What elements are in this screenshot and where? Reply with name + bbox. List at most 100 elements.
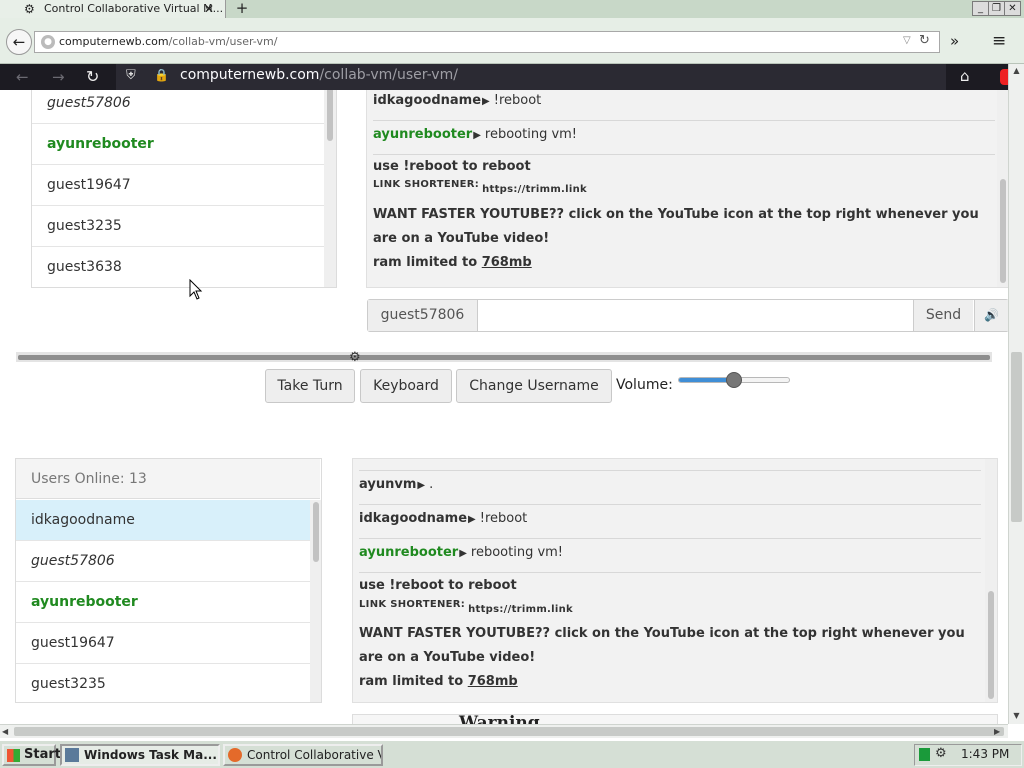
- vm-user-row[interactable]: guest3638: [32, 247, 324, 287]
- taskbar: Start Windows Task Ma... Control Collabo…: [0, 740, 1024, 768]
- horizontal-scrollbar[interactable]: ◀ ▶: [0, 724, 1008, 738]
- page-scrollbar[interactable]: ▲ ▼: [1008, 64, 1024, 724]
- vm-chat-message: ayunrebooter▶ rebooting vm!: [373, 127, 995, 155]
- site-favicon-icon: ⚙: [24, 2, 35, 16]
- taskbar-task-manager[interactable]: Windows Task Ma...: [60, 744, 220, 766]
- tray-app-icon[interactable]: [919, 748, 930, 761]
- outer-address-bar[interactable]: ● computernewb.com/collab-vm/user-vm/ ▽ …: [34, 31, 940, 53]
- vm-speaker-icon[interactable]: 🔊: [974, 300, 1008, 331]
- mouse-pointer-icon: [189, 279, 203, 300]
- chat-ram-line: ram limited to 768mb: [359, 674, 518, 689]
- chat-youtube-line: WANT FASTER YOUTUBE?? click on the YouTu…: [359, 626, 965, 641]
- chat-message-partial: [359, 459, 981, 471]
- taskbar-task-label: Windows Task Ma...: [84, 748, 217, 762]
- user-row[interactable]: guest3235: [16, 664, 310, 702]
- chat-box: ayunvm▶. idkagoodname▶ !reboot ayunreboot…: [352, 458, 998, 703]
- vm-chat-scroll-thumb[interactable]: [1000, 179, 1006, 283]
- scroll-right-arrow-icon[interactable]: ▶: [994, 725, 1000, 738]
- vm-chat-message: idkagoodname▶ !reboot: [373, 93, 995, 121]
- system-tray: ⚙ 1:43 PM: [914, 744, 1022, 766]
- vm-chat-youtube-line: are on a YouTube video!: [373, 231, 550, 246]
- chat-message: ayunvm▶.: [359, 477, 981, 505]
- chat-link-line: LINK SHORTENER: https://trimm.link: [359, 599, 573, 615]
- user-row[interactable]: guest57806: [16, 541, 310, 582]
- hamburger-menu-icon[interactable]: ≡: [992, 31, 1006, 51]
- close-window-icon[interactable]: ✕: [1004, 1, 1021, 16]
- inner-browser-toolbar: ← → ↻ ⛨ 🔒 computernewb.com/collab-vm/use…: [0, 64, 1024, 90]
- reload-icon[interactable]: ↻: [919, 33, 930, 48]
- warning-panel: Warning: [352, 713, 998, 724]
- restore-window-icon[interactable]: ❐: [988, 1, 1005, 16]
- vm-chat-ram-line: ram limited to 768mb: [373, 255, 532, 270]
- vm-chat-username: guest57806: [368, 300, 478, 331]
- vm-user-row[interactable]: guest3235: [32, 206, 324, 247]
- vm-user-list-scrollbar[interactable]: [324, 90, 336, 287]
- chat-scroll-thumb[interactable]: [988, 591, 994, 699]
- scroll-left-arrow-icon[interactable]: ◀: [2, 725, 8, 738]
- vm-user-list-scroll-thumb[interactable]: [327, 90, 333, 141]
- task-manager-icon: [65, 748, 79, 762]
- home-icon[interactable]: ⌂: [960, 67, 970, 85]
- volume-label: Volume:: [616, 377, 673, 393]
- change-username-button[interactable]: Change Username: [456, 369, 612, 403]
- new-tab-icon[interactable]: +: [234, 0, 250, 18]
- vm-user-row[interactable]: ayunrebooter: [32, 124, 324, 165]
- volume-slider-thumb[interactable]: [726, 372, 742, 388]
- taskbar-browser[interactable]: Control Collaborative V...: [223, 744, 383, 766]
- vm-chat-input-group: guest57806 Send 🔊: [367, 299, 1008, 332]
- users-list-scroll-thumb[interactable]: [313, 502, 319, 562]
- users-list-scrollbar[interactable]: [310, 500, 321, 702]
- outer-browser-toolbar: ← ● computernewb.com/collab-vm/user-vm/ …: [0, 18, 1024, 64]
- user-row[interactable]: ayunrebooter: [16, 582, 310, 623]
- chat-youtube-line: are on a YouTube video!: [359, 650, 536, 665]
- url-dropdown-icon[interactable]: ▽: [903, 35, 911, 46]
- inner-forward-arrow-icon[interactable]: →: [52, 68, 65, 86]
- back-arrow-icon[interactable]: ←: [6, 29, 32, 55]
- overflow-chevron-icon[interactable]: »: [950, 31, 959, 51]
- clock: 1:43 PM: [961, 747, 1010, 761]
- chat-message: ayunrebooter▶ rebooting vm!: [359, 545, 981, 573]
- inner-url-text: computernewb.com/collab-vm/user-vm/: [180, 67, 458, 83]
- vm-chat-link-line: LINK SHORTENER: https://trimm.link: [373, 179, 587, 195]
- inner-back-arrow-icon[interactable]: ←: [16, 68, 29, 86]
- scroll-up-arrow-icon[interactable]: ▲: [1009, 64, 1024, 78]
- vm-user-list: guest57806 ayunrebooter guest19647 guest…: [31, 90, 337, 288]
- vm-screen-divider[interactable]: ⚙: [16, 350, 992, 365]
- globe-icon: ●: [41, 35, 55, 49]
- vm-user-row[interactable]: guest19647: [32, 165, 324, 206]
- start-label: Start: [24, 747, 61, 762]
- close-tab-icon[interactable]: ✕: [202, 2, 216, 16]
- vm-chat-box: idkagoodname▶ !reboot ayunrebooter▶ reboot…: [366, 90, 1008, 288]
- inner-reload-icon[interactable]: ↻: [86, 67, 99, 86]
- users-panel: Users Online: 13 idkagoodname guest57806…: [15, 458, 322, 703]
- outer-tab-title: Control Collaborative Virtual M...: [44, 2, 224, 15]
- windows-logo-icon: [7, 749, 20, 762]
- outer-browser-tab[interactable]: ⚙ Control Collaborative Virtual M... ✕: [0, 0, 226, 18]
- users-online-header: Users Online: 13: [16, 459, 320, 499]
- taskbar-task-label: Control Collaborative V...: [247, 748, 383, 762]
- warning-title: Warning: [459, 713, 540, 724]
- chat-message: idkagoodname▶ !reboot: [359, 511, 981, 539]
- volume-slider[interactable]: [678, 372, 790, 388]
- vm-chat-scrollbar[interactable]: [997, 90, 1008, 287]
- network-icon[interactable]: ⚙: [935, 746, 947, 761]
- horizontal-scroll-thumb[interactable]: [14, 727, 1004, 736]
- vm-send-button[interactable]: Send: [913, 300, 973, 331]
- inner-address-bar[interactable]: ⛨ 🔒 computernewb.com/collab-vm/user-vm/: [116, 64, 946, 90]
- take-turn-button[interactable]: Take Turn: [265, 369, 355, 403]
- page-scroll-thumb[interactable]: [1011, 352, 1022, 522]
- keyboard-button[interactable]: Keyboard: [360, 369, 452, 403]
- lock-icon[interactable]: 🔒: [154, 68, 169, 82]
- vm-screen-divider-bar[interactable]: [18, 355, 990, 360]
- user-row[interactable]: idkagoodname: [16, 500, 310, 541]
- shield-icon[interactable]: ⛨: [126, 68, 136, 83]
- user-row[interactable]: guest19647: [16, 623, 310, 664]
- busy-cursor-icon: ⚙: [349, 350, 361, 365]
- chat-scrollbar[interactable]: [985, 459, 997, 702]
- minimize-window-icon[interactable]: _: [972, 1, 989, 16]
- vm-chat-system-line: use !reboot to reboot: [373, 159, 531, 174]
- vm-user-row[interactable]: guest57806: [32, 90, 324, 124]
- start-button[interactable]: Start: [2, 744, 61, 766]
- outer-url-text: computernewb.com/collab-vm/user-vm/: [59, 35, 278, 48]
- scroll-down-arrow-icon[interactable]: ▼: [1009, 709, 1024, 723]
